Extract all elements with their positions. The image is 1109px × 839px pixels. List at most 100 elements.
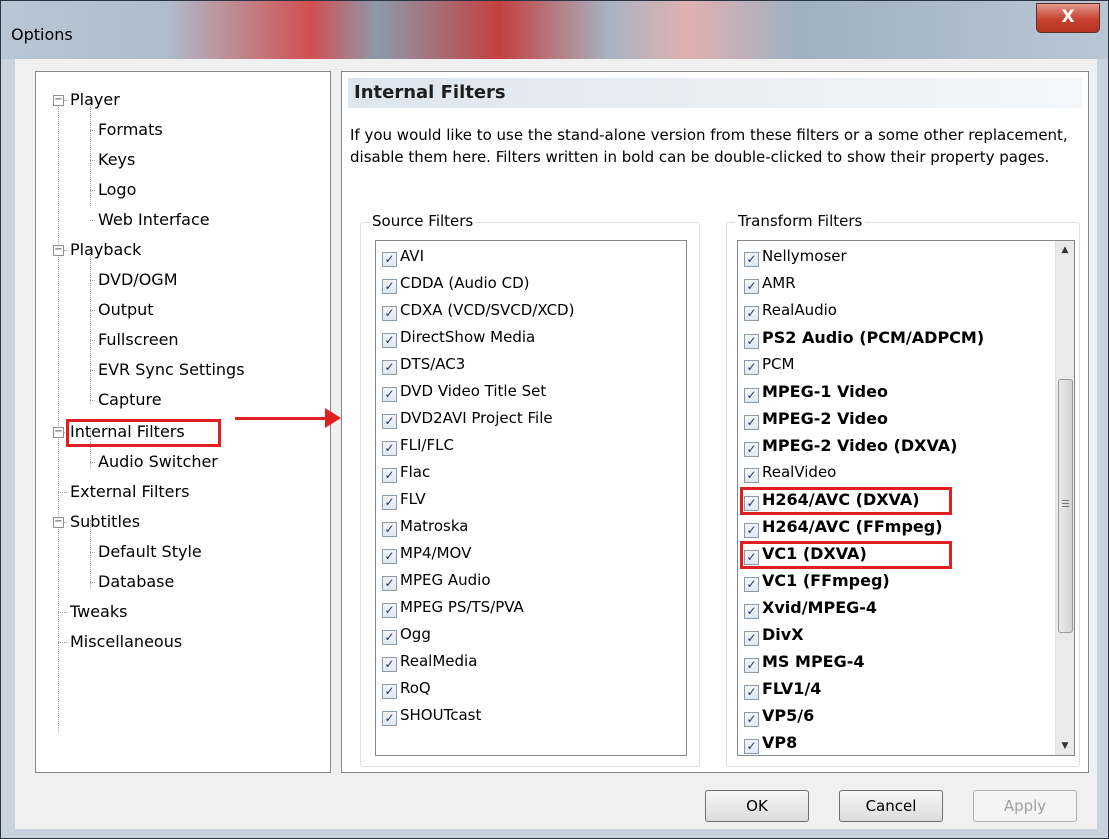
checkbox-icon[interactable]: ✓ xyxy=(744,604,759,619)
tree-item-web-interface[interactable]: Web Interface xyxy=(98,210,210,230)
transform-filters-item[interactable]: ✓ VC1 (FFmpeg) xyxy=(744,571,890,593)
tree-item-tweaks[interactable]: Tweaks xyxy=(70,602,127,622)
apply-button[interactable]: Apply xyxy=(973,790,1077,822)
checkbox-icon[interactable]: ✓ xyxy=(744,388,759,403)
checkbox-icon[interactable]: ✓ xyxy=(382,252,397,267)
source-filters-item[interactable]: ✓ DirectShow Media xyxy=(382,328,535,350)
checkbox-icon[interactable]: ✓ xyxy=(382,333,397,348)
tree-expander-icon[interactable]: − xyxy=(53,95,64,106)
checkbox-icon[interactable]: ✓ xyxy=(744,523,759,538)
scroll-down-icon[interactable]: ▼ xyxy=(1056,737,1074,755)
checkbox-icon[interactable]: ✓ xyxy=(744,360,759,375)
checkbox-icon[interactable]: ✓ xyxy=(382,387,397,402)
transform-filters-item[interactable]: ✓ MPEG-1 Video xyxy=(744,382,888,404)
checkbox-icon[interactable]: ✓ xyxy=(744,442,759,457)
source-filters-item[interactable]: ✓ MP4/MOV xyxy=(382,544,471,566)
source-filters-item[interactable]: ✓ MPEG PS/TS/PVA xyxy=(382,598,524,620)
tree-item-external-filters[interactable]: External Filters xyxy=(70,482,189,502)
transform-filters-item[interactable]: ✓ MPEG-2 Video (DXVA) xyxy=(744,436,957,458)
title-bar[interactable]: Options X xyxy=(1,1,1108,59)
checkbox-icon[interactable]: ✓ xyxy=(744,712,759,727)
transform-filters-item[interactable]: ✓ VP8 xyxy=(744,733,797,755)
source-filters-item[interactable]: ✓ Matroska xyxy=(382,517,468,539)
tree-expander-icon[interactable]: − xyxy=(53,245,64,256)
transform-filters-item[interactable]: ✓ Nellymoser xyxy=(744,247,847,269)
tree-item-dvd-ogm[interactable]: DVD/OGM xyxy=(98,270,178,290)
transform-filters-item[interactable]: ✓ PCM xyxy=(744,355,794,377)
transform-filters-item[interactable]: ✓ DivX xyxy=(744,625,804,647)
transform-filters-item[interactable]: ✓ VP5/6 xyxy=(744,706,814,728)
source-filters-item[interactable]: ✓ FLI/FLC xyxy=(382,436,454,458)
transform-filters-item[interactable]: ✓ Xvid/MPEG-4 xyxy=(744,598,877,620)
tree-item-fullscreen[interactable]: Fullscreen xyxy=(98,330,179,350)
tree-item-output[interactable]: Output xyxy=(98,300,154,320)
source-filters-item[interactable]: ✓ FLV xyxy=(382,490,426,512)
checkbox-icon[interactable]: ✓ xyxy=(744,415,759,430)
checkbox-icon[interactable]: ✓ xyxy=(744,334,759,349)
source-filters-list[interactable]: ✓ AVI ✓ CDDA (Audio CD) ✓ CDXA (VCD/SVCD/XCD)… xyxy=(375,240,687,756)
checkbox-icon[interactable]: ✓ xyxy=(744,279,759,294)
transform-filters-item[interactable]: ✓ RealAudio xyxy=(744,301,837,323)
options-tree[interactable]: − Player Formats Keys Logo Web Interface − Play… xyxy=(35,71,331,773)
close-button[interactable]: X xyxy=(1036,3,1100,33)
checkbox-icon[interactable]: ✓ xyxy=(744,685,759,700)
checkbox-icon[interactable]: ✓ xyxy=(382,684,397,699)
source-filters-item[interactable]: ✓ DVD2AVI Project File xyxy=(382,409,553,431)
transform-scrollbar[interactable]: ▲ ▼ xyxy=(1055,241,1074,755)
source-filters-item[interactable]: ✓ DTS/AC3 xyxy=(382,355,465,377)
checkbox-icon[interactable]: ✓ xyxy=(382,306,397,321)
transform-filters-item[interactable]: ✓ MPEG-2 Video xyxy=(744,409,888,431)
tree-item-player[interactable]: Player xyxy=(70,90,120,110)
checkbox-icon[interactable]: ✓ xyxy=(382,657,397,672)
checkbox-icon[interactable]: ✓ xyxy=(382,468,397,483)
ok-button[interactable]: OK xyxy=(705,790,809,822)
transform-filters-item[interactable]: ✓ MS MPEG-4 xyxy=(744,652,865,674)
tree-item-subtitles[interactable]: Subtitles xyxy=(70,512,140,532)
source-filters-item[interactable]: ✓ AVI xyxy=(382,247,424,269)
checkbox-icon[interactable]: ✓ xyxy=(382,711,397,726)
checkbox-icon[interactable]: ✓ xyxy=(744,739,759,754)
scroll-up-icon[interactable]: ▲ xyxy=(1056,241,1074,259)
tree-item-default-style[interactable]: Default Style xyxy=(98,542,202,562)
tree-item-miscellaneous[interactable]: Miscellaneous xyxy=(70,632,182,652)
source-filters-item[interactable]: ✓ CDXA (VCD/SVCD/XCD) xyxy=(382,301,574,323)
tree-item-evr-sync-settings[interactable]: EVR Sync Settings xyxy=(98,360,245,380)
transform-filters-item[interactable]: ✓ FLV1/4 xyxy=(744,679,821,701)
checkbox-icon[interactable]: ✓ xyxy=(382,360,397,375)
checkbox-icon[interactable]: ✓ xyxy=(382,441,397,456)
checkbox-icon[interactable]: ✓ xyxy=(744,577,759,592)
checkbox-icon[interactable]: ✓ xyxy=(382,603,397,618)
checkbox-icon[interactable]: ✓ xyxy=(382,279,397,294)
checkbox-icon[interactable]: ✓ xyxy=(382,549,397,564)
tree-item-audio-switcher[interactable]: Audio Switcher xyxy=(98,452,218,472)
source-filters-item[interactable]: ✓ CDDA (Audio CD) xyxy=(382,274,529,296)
source-filters-item[interactable]: ✓ Flac xyxy=(382,463,430,485)
tree-expander-icon[interactable]: − xyxy=(53,517,64,528)
tree-item-keys[interactable]: Keys xyxy=(98,150,135,170)
transform-filters-item[interactable]: ✓ RealVideo xyxy=(744,463,836,485)
checkbox-icon[interactable]: ✓ xyxy=(382,576,397,591)
source-filters-item[interactable]: ✓ DVD Video Title Set xyxy=(382,382,546,404)
cancel-button[interactable]: Cancel xyxy=(839,790,943,822)
source-filters-item[interactable]: ✓ RealMedia xyxy=(382,652,477,674)
source-filters-item[interactable]: ✓ MPEG Audio xyxy=(382,571,491,593)
checkbox-icon[interactable]: ✓ xyxy=(744,658,759,673)
checkbox-icon[interactable]: ✓ xyxy=(382,495,397,510)
scrollbar-thumb[interactable] xyxy=(1058,379,1073,633)
checkbox-icon[interactable]: ✓ xyxy=(744,631,759,646)
source-filters-item[interactable]: ✓ RoQ xyxy=(382,679,431,701)
tree-item-capture[interactable]: Capture xyxy=(98,390,162,410)
checkbox-icon[interactable]: ✓ xyxy=(744,306,759,321)
checkbox-icon[interactable]: ✓ xyxy=(382,522,397,537)
transform-filters-item[interactable]: ✓ PS2 Audio (PCM/ADPCM) xyxy=(744,328,984,350)
checkbox-icon[interactable]: ✓ xyxy=(744,468,759,483)
tree-item-formats[interactable]: Formats xyxy=(98,120,163,140)
checkbox-icon[interactable]: ✓ xyxy=(382,414,397,429)
checkbox-icon[interactable]: ✓ xyxy=(382,630,397,645)
source-filters-item[interactable]: ✓ Ogg xyxy=(382,625,431,647)
tree-item-logo[interactable]: Logo xyxy=(98,180,136,200)
transform-filters-item[interactable]: ✓ H264/AVC (FFmpeg) xyxy=(744,517,943,539)
tree-item-playback[interactable]: Playback xyxy=(70,240,141,260)
checkbox-icon[interactable]: ✓ xyxy=(744,252,759,267)
transform-filters-item[interactable]: ✓ AMR xyxy=(744,274,796,296)
